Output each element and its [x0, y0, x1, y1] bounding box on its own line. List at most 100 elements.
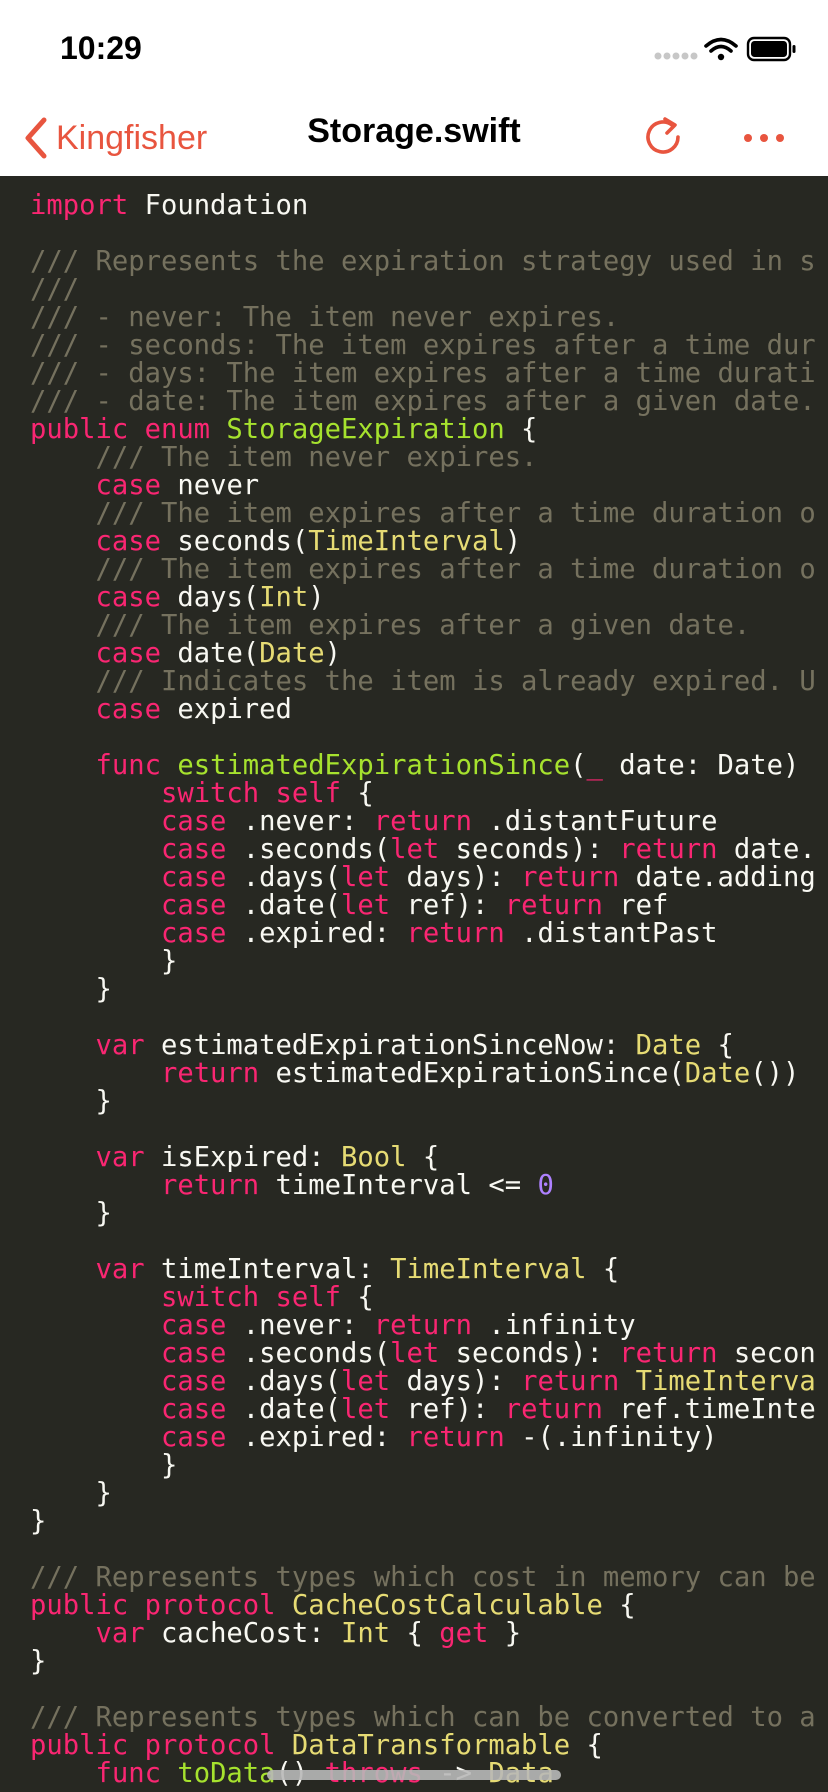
- code-token-plain: }: [30, 1450, 178, 1481]
- code-token-type: DataTransformable: [291, 1730, 571, 1761]
- code-token-plain: .days(: [226, 862, 342, 893]
- code-token-plain: }: [30, 1478, 112, 1509]
- code-token-comment: /// The item expires after a given date.: [95, 610, 751, 641]
- code-line: import Foundation: [30, 192, 816, 220]
- code-token-keyword: return: [521, 862, 620, 893]
- status-bar: 10:29: [0, 0, 828, 100]
- code-token-plain: .never:: [226, 806, 374, 837]
- code-token-keyword: return: [160, 1058, 260, 1089]
- code-line: }: [30, 1088, 816, 1116]
- code-token-plain: days(: [160, 582, 260, 613]
- code-token-plain: cacheCost:: [144, 1618, 342, 1649]
- code-line: public protocol DataTransformable {: [30, 1732, 816, 1760]
- code-token-comment: /// Represents types which cost in memor…: [30, 1562, 816, 1593]
- code-token-plain: ): [324, 638, 342, 669]
- code-token-type: TimeInterval: [390, 1254, 587, 1285]
- code-line: /// The item never expires.: [30, 444, 816, 472]
- code-token-keyword: case: [95, 582, 161, 613]
- code-line: case .date(let ref): return ref.timeInte: [30, 1396, 816, 1424]
- code-token-plain: estimatedExpirationSinceNow:: [144, 1030, 636, 1061]
- code-token-keyword: return: [619, 834, 718, 865]
- code-token-keyword: case: [160, 890, 227, 921]
- code-token-type: TimeInterval: [308, 526, 505, 557]
- code-token-number: 0: [537, 1170, 554, 1201]
- code-viewer[interactable]: import Foundation /// Represents the exp…: [0, 176, 828, 1792]
- status-time: 10:29: [60, 30, 142, 66]
- code-token-keyword: var: [95, 1254, 145, 1285]
- code-token-keyword: case: [95, 638, 161, 669]
- code-token-keyword: import: [30, 190, 129, 221]
- code-token-comment: /// - never: The item never expires.: [30, 302, 620, 333]
- code-token-plain: }: [30, 1086, 112, 1117]
- code-token-keyword: case: [160, 1394, 227, 1425]
- code-token-plain: expired: [160, 694, 292, 725]
- code-token-plain: ref: [602, 890, 669, 921]
- code-token-plain: {: [586, 1254, 620, 1285]
- code-token-plain: ): [504, 526, 522, 557]
- code-line: }: [30, 1508, 816, 1536]
- code-token-function: toData: [177, 1758, 276, 1789]
- code-line: /// Represents the expiration strategy u…: [30, 248, 816, 276]
- code-token-keyword: public protocol: [30, 1730, 292, 1761]
- code-line: }: [30, 948, 816, 976]
- code-token-plain: .never:: [226, 1310, 374, 1341]
- code-token-plain: {: [701, 1030, 734, 1061]
- code-token-keyword: return: [373, 1310, 472, 1341]
- code-line: var cacheCost: Int { get }: [30, 1620, 816, 1648]
- refresh-icon: [646, 117, 680, 154]
- code-token-keyword: case: [160, 834, 227, 865]
- code-token-plain: timeInterval:: [144, 1254, 391, 1285]
- code-line: /// - days: The item expires after a tim…: [30, 360, 816, 388]
- code-token-keyword: return: [619, 1338, 718, 1369]
- code-token-plain: date(: [160, 638, 260, 669]
- code-token-plain: date.adding: [619, 862, 816, 893]
- code-token-keyword: return: [373, 806, 472, 837]
- code-line: var estimatedExpirationSinceNow: Date {: [30, 1032, 816, 1060]
- code-token-plain: date: Date): [602, 750, 800, 781]
- code-token-plain: {: [406, 1142, 440, 1173]
- code-line: }: [30, 1452, 816, 1480]
- code-token-plain: .days(: [226, 1366, 342, 1397]
- code-token-type: Date: [635, 1030, 702, 1061]
- code-line: /// Represents types which cost in memor…: [30, 1564, 816, 1592]
- code-token-plain: }: [30, 1198, 112, 1229]
- code-token-keyword: return: [160, 1170, 260, 1201]
- more-button[interactable]: [738, 110, 790, 166]
- code-token-keyword: case: [95, 694, 161, 725]
- code-token-keyword: switch self: [160, 1282, 342, 1313]
- refresh-button[interactable]: [640, 110, 686, 166]
- code-line: }: [30, 1480, 816, 1508]
- code-token-plain: .distantFuture: [471, 806, 718, 837]
- code-line: var timeInterval: TimeInterval {: [30, 1256, 816, 1284]
- code-token-keyword: let: [341, 890, 391, 921]
- code-token-plain: {: [341, 1282, 374, 1313]
- code-token-type: TimeInterva: [619, 1366, 816, 1397]
- code-line: return estimatedExpirationSince(Date()): [30, 1060, 816, 1088]
- code-line: }: [30, 976, 816, 1004]
- more-icon: [744, 134, 784, 142]
- back-button[interactable]: Kingfisher: [22, 110, 207, 166]
- code-token-plain: ()): [750, 1058, 800, 1089]
- code-token-keyword: public enum: [30, 414, 227, 445]
- code-token-plain: {: [390, 1618, 440, 1649]
- code-line: case .expired: return .distantPast: [30, 920, 816, 948]
